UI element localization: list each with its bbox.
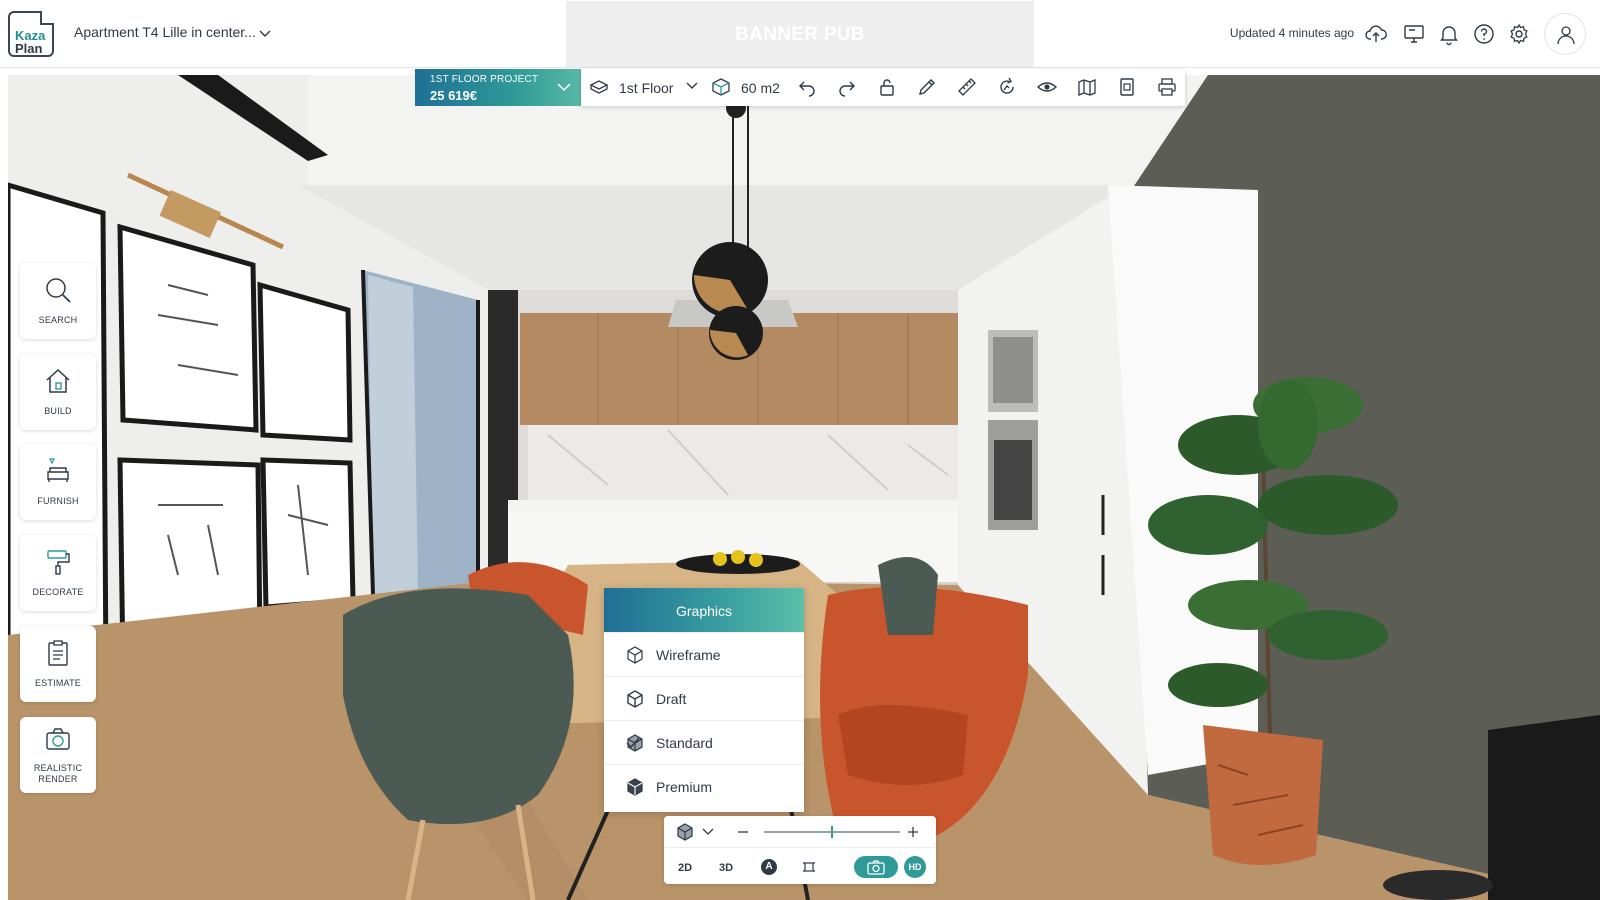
sidebar-item-label-line2: RENDER (38, 774, 78, 784)
pencil-icon[interactable] (917, 77, 937, 97)
zoom-in-icon[interactable] (906, 825, 920, 839)
redo-icon[interactable] (837, 77, 857, 97)
area-icon (712, 78, 730, 96)
view-control-top-row (664, 816, 936, 848)
paint-roller-icon (47, 550, 70, 575)
sidebar-item-label: ESTIMATE (35, 678, 81, 688)
sidebar-item-label-line1: REALISTIC (33, 763, 83, 773)
floor-project-selector[interactable]: 1ST FLOOR PROJECT 25 619€ (415, 69, 581, 106)
house-icon (46, 368, 70, 393)
bell-icon[interactable] (1437, 22, 1461, 46)
cube-draft-icon (627, 690, 643, 708)
sidebar-item-label: DECORATE (32, 587, 84, 597)
chevron-down-icon[interactable] (258, 26, 272, 40)
hd-render-button[interactable]: HD (904, 856, 926, 878)
sidebar-item-realistic-render[interactable]: REALISTIC RENDER (20, 717, 96, 793)
3d-viewport[interactable] (8, 75, 1600, 900)
sidebar-item-decorate[interactable]: DECORATE (20, 535, 96, 611)
print-icon[interactable] (1157, 77, 1177, 97)
floor-icon[interactable] (589, 77, 609, 97)
cube-standard-icon[interactable] (676, 823, 694, 841)
kazaplan-logo[interactable]: Kaza Plan (8, 11, 54, 57)
sidebar-item-label: FURNISH (37, 496, 79, 506)
eye-icon[interactable] (1037, 77, 1057, 97)
cube-wireframe-icon (627, 646, 643, 664)
view-control-panel: 2D 3D A HD (664, 816, 936, 884)
project-title[interactable]: Apartment T4 Lille in center... (74, 24, 256, 40)
floor-project-price: 25 619€ (430, 88, 477, 103)
sidebar-item-search[interactable]: SEARCH (20, 263, 96, 339)
area-value: 60 m2 (741, 80, 780, 96)
graphics-menu-header: Graphics (604, 588, 804, 632)
main-toolbar: 1st Floor 60 m2 (581, 69, 1185, 106)
graphics-option-label: Premium (656, 779, 713, 795)
chevron-down-icon[interactable] (685, 79, 699, 93)
sofa-icon (47, 458, 69, 482)
sidebar-item-label: BUILD (44, 406, 72, 416)
rotate-icon[interactable] (997, 77, 1017, 97)
auto-view-button[interactable]: A (761, 859, 777, 875)
checkmark-icon (626, 737, 640, 749)
help-icon[interactable] (1472, 22, 1496, 46)
search-icon (46, 278, 71, 303)
graphics-option-standard[interactable]: Standard (604, 720, 804, 764)
snapshot-button[interactable] (854, 856, 898, 878)
undo-icon[interactable] (797, 77, 817, 97)
chevron-down-icon[interactable] (702, 826, 714, 838)
banner-text: BANNER PUB (735, 24, 865, 45)
logo-notch (40, 11, 54, 25)
view-3d-button[interactable]: 3D (719, 862, 733, 874)
ad-banner[interactable]: BANNER PUB (566, 1, 1034, 67)
fullscreen-frame-icon[interactable] (802, 860, 816, 874)
graphics-option-wireframe[interactable]: Wireframe (604, 632, 804, 676)
sidebar-item-furnish[interactable]: FURNISH (20, 444, 96, 520)
cube-premium-icon (627, 778, 643, 796)
monitor-icon[interactable] (1402, 22, 1426, 46)
ruler-icon[interactable] (957, 77, 977, 97)
sidebar-item-label: REALISTIC RENDER (20, 763, 96, 785)
view-2d-button[interactable]: 2D (678, 862, 692, 874)
sidebar-item-build[interactable]: BUILD (20, 354, 96, 430)
graphics-menu-title: Graphics (675, 603, 733, 619)
camera-icon (46, 728, 70, 750)
last-updated-status: Updated 4 minutes ago (1229, 26, 1354, 40)
gear-icon[interactable] (1507, 22, 1531, 46)
camera-icon (867, 860, 885, 875)
top-header: Kaza Plan Apartment T4 Lille in center..… (0, 0, 1600, 68)
document-icon[interactable] (1117, 77, 1137, 97)
floor-selector-label[interactable]: 1st Floor (619, 80, 673, 96)
lock-icon[interactable] (877, 77, 897, 97)
sidebar-item-label: SEARCH (38, 315, 78, 325)
cloud-upload-icon[interactable] (1364, 22, 1388, 46)
logo-text-line2: Plan (15, 41, 43, 56)
graphics-option-label: Wireframe (656, 647, 721, 663)
zoom-out-icon[interactable] (736, 825, 750, 839)
graphics-option-premium[interactable]: Premium (604, 764, 804, 808)
graphics-option-label: Standard (656, 735, 713, 751)
kitchen-scene-render (8, 75, 1600, 900)
zoom-slider[interactable] (764, 826, 900, 838)
zoom-slider-thumb[interactable] (831, 826, 833, 838)
chevron-down-icon (557, 83, 571, 92)
user-icon (1557, 26, 1575, 45)
graphics-quality-menu: Graphics Wireframe Draft Standard Premiu… (604, 588, 804, 812)
floor-project-label: 1ST FLOOR PROJECT (430, 74, 539, 85)
clipboard-icon (48, 640, 68, 666)
graphics-option-label: Draft (656, 691, 687, 707)
user-avatar-button[interactable] (1544, 13, 1586, 55)
graphics-option-draft[interactable]: Draft (604, 676, 804, 720)
map-icon[interactable] (1077, 77, 1097, 97)
sidebar-item-estimate[interactable]: ESTIMATE (20, 626, 96, 702)
